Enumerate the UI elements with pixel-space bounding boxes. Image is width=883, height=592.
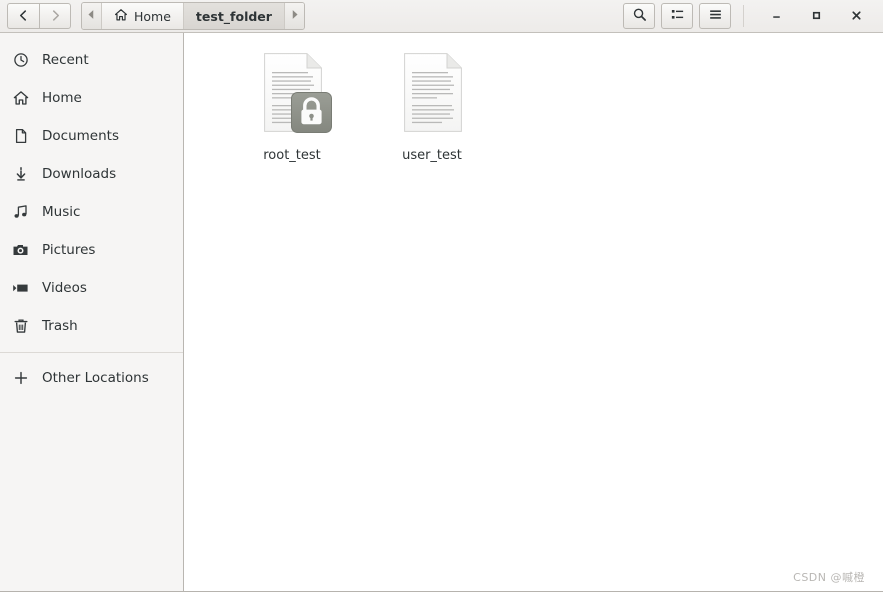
forward-button[interactable] bbox=[39, 3, 71, 29]
trash-icon bbox=[12, 318, 29, 335]
download-icon bbox=[12, 166, 29, 183]
sidebar-item-label: Trash bbox=[42, 318, 78, 334]
toolbar-button-group bbox=[623, 3, 731, 29]
list-view-icon bbox=[670, 7, 685, 26]
sidebar-separator bbox=[0, 352, 183, 353]
view-options-button[interactable] bbox=[661, 3, 693, 29]
sidebar-item-videos[interactable]: Videos bbox=[0, 269, 183, 307]
music-note-icon bbox=[12, 204, 29, 221]
breadcrumb-item-home[interactable]: Home bbox=[102, 3, 184, 29]
sidebar-item-label: Home bbox=[42, 90, 82, 106]
triangle-left-icon bbox=[88, 10, 95, 22]
breadcrumb-item-label: Home bbox=[134, 8, 171, 24]
window-body: Recent Home Documents Downloads Music Pi… bbox=[0, 33, 883, 591]
search-button[interactable] bbox=[623, 3, 655, 29]
breadcrumb-scroll-left-button[interactable] bbox=[82, 3, 102, 29]
file-manager-window: Home test_folder Recent Home Documents D… bbox=[0, 0, 883, 592]
camera-icon bbox=[12, 242, 29, 259]
file-icon-wrapper bbox=[256, 51, 332, 139]
breadcrumb: Home test_folder bbox=[81, 2, 305, 30]
file-item-user-test[interactable]: user_test bbox=[362, 45, 502, 163]
sidebar-item-trash[interactable]: Trash bbox=[0, 307, 183, 345]
main-menu-button[interactable] bbox=[699, 3, 731, 29]
chevron-right-icon bbox=[49, 7, 62, 26]
triangle-right-icon bbox=[291, 10, 298, 22]
sidebar-item-other-locations[interactable]: Other Locations bbox=[0, 359, 183, 397]
window-controls bbox=[743, 5, 876, 27]
close-button[interactable] bbox=[836, 3, 876, 29]
sidebar-item-pictures[interactable]: Pictures bbox=[0, 231, 183, 269]
minimize-icon bbox=[770, 7, 783, 26]
lock-icon bbox=[291, 92, 332, 133]
home-icon bbox=[114, 8, 128, 25]
hamburger-menu-icon bbox=[708, 7, 723, 26]
sidebar-item-music[interactable]: Music bbox=[0, 193, 183, 231]
header-left-group: Home test_folder bbox=[7, 2, 305, 30]
maximize-button[interactable] bbox=[796, 3, 836, 29]
chevron-left-icon bbox=[17, 7, 30, 26]
sidebar-item-label: Recent bbox=[42, 52, 89, 68]
navigation-button-group bbox=[7, 3, 71, 29]
home-icon bbox=[12, 90, 29, 107]
sidebar-item-documents[interactable]: Documents bbox=[0, 117, 183, 155]
video-icon bbox=[12, 280, 29, 297]
sidebar-item-label: Music bbox=[42, 204, 81, 220]
header-right-group bbox=[623, 3, 876, 29]
breadcrumb-item-test-folder[interactable]: test_folder bbox=[183, 3, 284, 29]
file-name-label: root_test bbox=[263, 148, 321, 163]
file-item-root-test[interactable]: root_test bbox=[222, 45, 362, 163]
sidebar-item-recent[interactable]: Recent bbox=[0, 41, 183, 79]
text-document-icon bbox=[404, 53, 462, 132]
search-icon bbox=[632, 7, 647, 26]
document-icon bbox=[12, 128, 29, 145]
file-name-label: user_test bbox=[402, 148, 462, 163]
back-button[interactable] bbox=[7, 3, 39, 29]
file-icon-wrapper bbox=[396, 51, 468, 139]
minimize-button[interactable] bbox=[756, 3, 796, 29]
maximize-icon bbox=[810, 7, 823, 26]
sidebar-item-label: Other Locations bbox=[42, 370, 149, 386]
sidebar-item-label: Documents bbox=[42, 128, 119, 144]
breadcrumb-item-label: test_folder bbox=[195, 8, 272, 24]
header-bar: Home test_folder bbox=[0, 0, 883, 33]
clock-icon bbox=[12, 52, 29, 69]
plus-icon bbox=[12, 370, 29, 387]
sidebar-item-label: Downloads bbox=[42, 166, 117, 182]
sidebar-item-downloads[interactable]: Downloads bbox=[0, 155, 183, 193]
watermark: CSDN @嘁橙 bbox=[793, 571, 865, 584]
sidebar-item-label: Pictures bbox=[42, 242, 96, 258]
sidebar-item-label: Videos bbox=[42, 280, 87, 296]
file-grid: root_test user_test bbox=[184, 33, 883, 163]
sidebar-item-home[interactable]: Home bbox=[0, 79, 183, 117]
close-icon bbox=[850, 7, 863, 26]
file-list-view[interactable]: root_test user_test CSDN @嘁橙 bbox=[184, 33, 883, 591]
breadcrumb-scroll-right-button[interactable] bbox=[283, 3, 304, 29]
sidebar: Recent Home Documents Downloads Music Pi… bbox=[0, 33, 184, 591]
